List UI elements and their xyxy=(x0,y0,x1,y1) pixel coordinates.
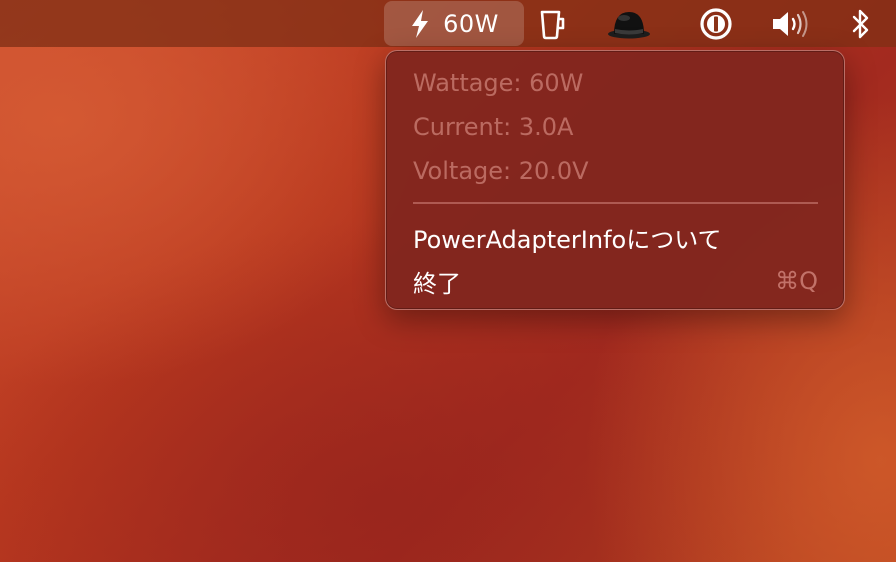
quit-shortcut: ⌘Q xyxy=(775,267,818,295)
volume-icon xyxy=(773,10,808,37)
menu-item-current: Current: 3.0A xyxy=(413,109,818,145)
menu-item-quit[interactable]: 終了 ⌘Q xyxy=(413,263,818,299)
coffee-cup-status-item[interactable] xyxy=(532,0,572,47)
voltage-text: Voltage: 20.0V xyxy=(413,157,589,185)
bluetooth-status-item[interactable] xyxy=(844,0,878,47)
power-adapter-status-item[interactable]: 60W xyxy=(384,1,524,46)
current-text: Current: 3.0A xyxy=(413,113,574,141)
wattage-text: Wattage: 60W xyxy=(413,69,584,97)
power-wattage-label: 60W xyxy=(443,9,499,38)
bowler-hat-icon xyxy=(608,11,650,38)
quit-label: 終了 xyxy=(413,269,461,298)
menu-item-voltage: Voltage: 20.0V xyxy=(413,153,818,189)
menu-separator xyxy=(413,202,818,204)
power-adapter-dropdown-menu: Wattage: 60W Current: 3.0A Voltage: 20.0… xyxy=(385,50,845,310)
menu-item-about[interactable]: PowerAdapterInfoについて xyxy=(413,219,818,255)
one-password-icon xyxy=(700,7,732,40)
bluetooth-icon xyxy=(852,9,869,38)
menu-bar: 60W xyxy=(0,0,896,47)
password-manager-status-item[interactable] xyxy=(696,0,736,47)
coffee-cup-icon xyxy=(540,10,565,39)
volume-status-item[interactable] xyxy=(768,0,816,47)
about-label: PowerAdapterInfoについて xyxy=(413,225,722,254)
menu-item-wattage: Wattage: 60W xyxy=(413,65,818,101)
desktop-background: 60W Wattage: 60W Current: 3.0A Voltage: … xyxy=(0,0,896,562)
bowler-hat-status-item[interactable] xyxy=(604,0,654,47)
bolt-icon xyxy=(412,9,429,38)
